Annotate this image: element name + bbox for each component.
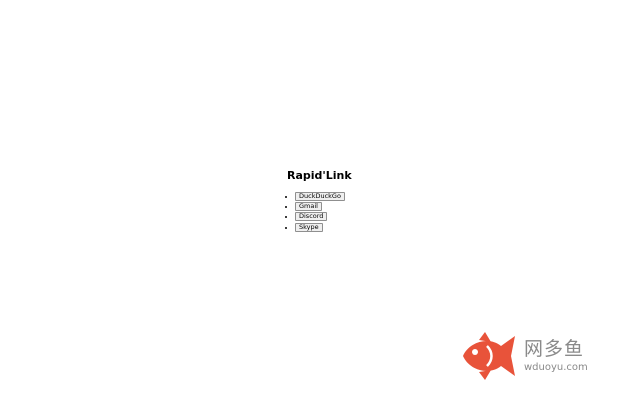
link-list: DuckDuckGo Gmail Discord Skype xyxy=(287,192,352,233)
list-item: Gmail xyxy=(295,202,352,212)
skype-button[interactable]: Skype xyxy=(295,222,323,232)
page-title: Rapid'Link xyxy=(287,169,352,182)
extension-page: Rapid'Link DuckDuckGo Gmail Discord Skyp… xyxy=(0,0,640,400)
list-item: Skype xyxy=(295,222,352,233)
watermark: 网多鱼 wduoyu.com xyxy=(461,332,601,380)
watermark-url: wduoyu.com xyxy=(524,362,588,373)
list-item: DuckDuckGo xyxy=(295,192,352,202)
discord-button[interactable]: Discord xyxy=(295,212,328,222)
fish-logo-icon xyxy=(463,332,515,380)
rapid-link-popup: Rapid'Link DuckDuckGo Gmail Discord Skyp… xyxy=(287,169,352,233)
duckduckgo-button[interactable]: DuckDuckGo xyxy=(295,192,345,201)
list-item: Discord xyxy=(295,212,352,222)
gmail-button[interactable]: Gmail xyxy=(295,202,322,212)
watermark-name: 网多鱼 xyxy=(524,338,585,360)
